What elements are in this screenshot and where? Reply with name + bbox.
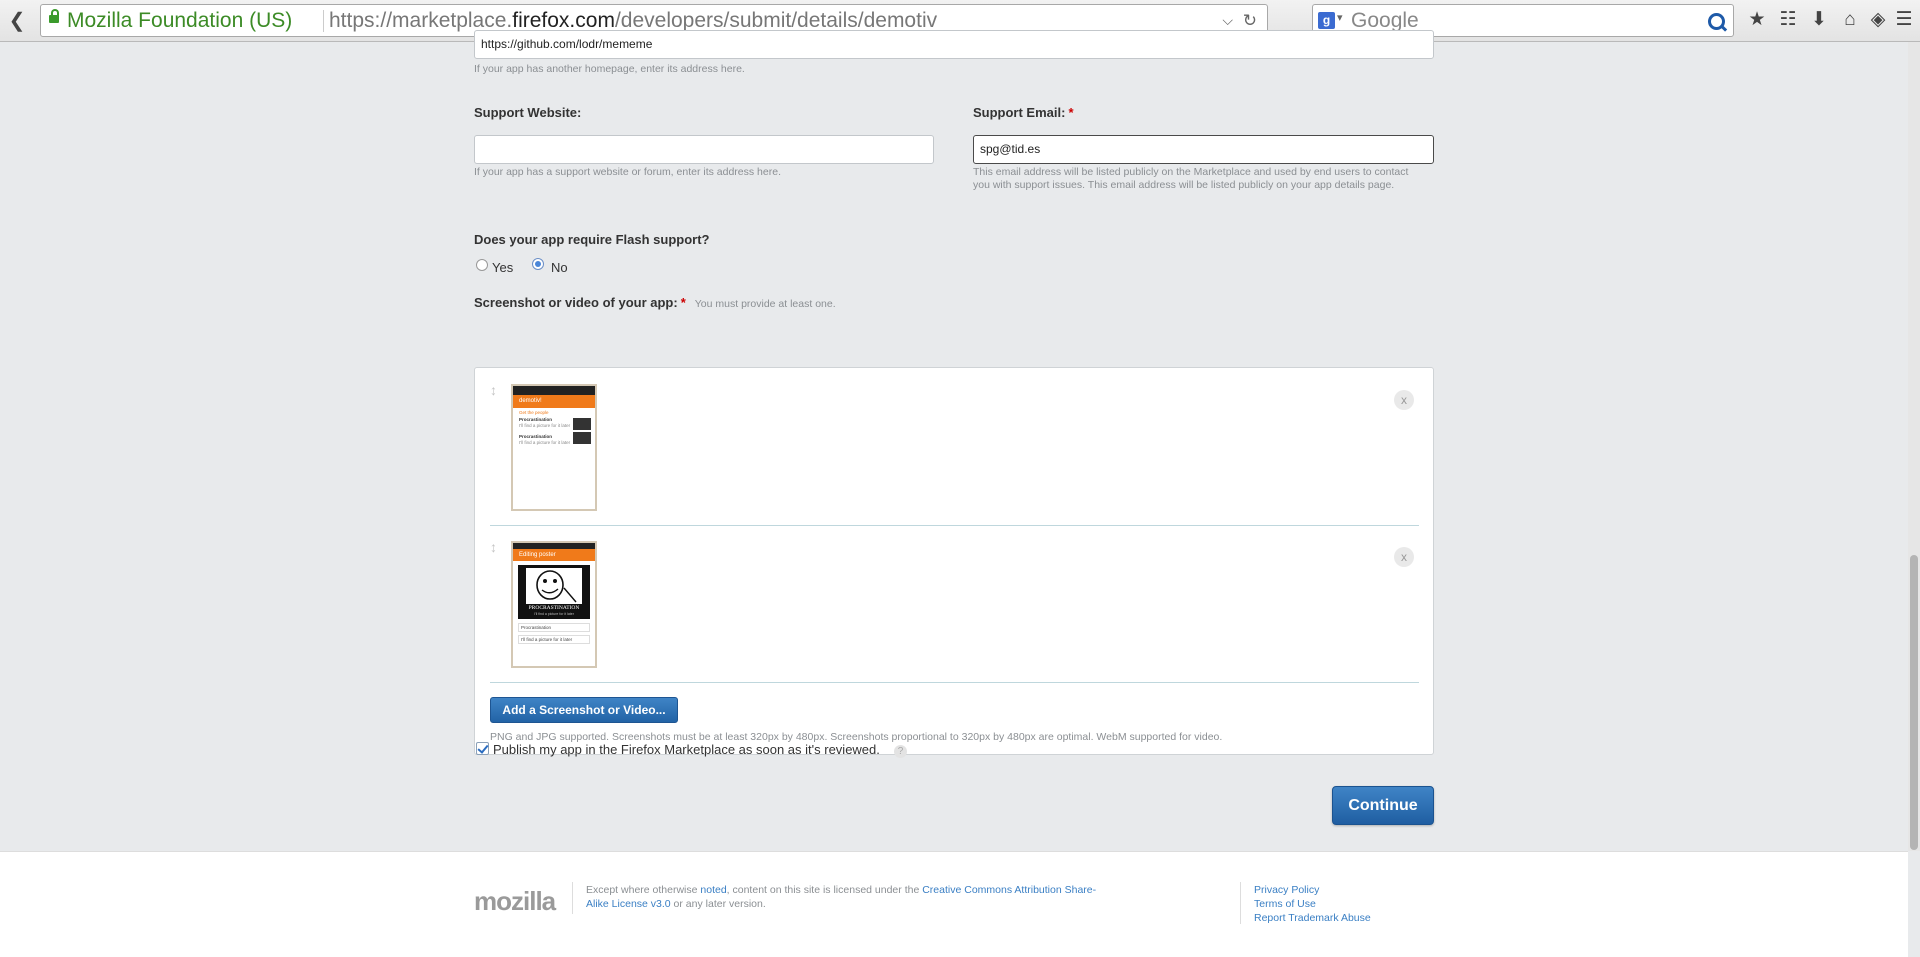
required-marker: * <box>1068 105 1074 120</box>
homepage-field[interactable]: https://github.com/lodr/mememe <box>474 30 1434 59</box>
share-icon[interactable]: ◈ <box>1866 8 1890 32</box>
download-icon[interactable]: ⬇ <box>1807 8 1831 32</box>
drag-handle-icon[interactable]: ↕ <box>490 539 500 555</box>
thumb-subtitle: Get the people <box>519 410 549 415</box>
publish-label[interactable]: Publish my app in the Firefox Marketplac… <box>493 742 880 757</box>
search-engine-dropdown-icon[interactable]: ▾ <box>1337 11 1343 24</box>
flash-no-radio[interactable] <box>532 258 544 270</box>
thumb-field: I'll find a picture for it later <box>518 635 590 644</box>
support-website-label: Support Website: <box>474 105 582 120</box>
screenshot-thumbnail[interactable]: demotiv! Get the people Procrastination … <box>511 384 597 511</box>
support-website-field[interactable] <box>474 135 934 164</box>
add-screenshot-button[interactable]: Add a Screenshot or Video... <box>490 697 678 723</box>
thumb-poster: PROCRASTINATION I'll find a picture for … <box>518 565 590 619</box>
drag-handle-icon[interactable]: ↕ <box>490 382 500 398</box>
screenshots-label: Screenshot or video of your app: * You mus… <box>474 295 836 310</box>
site-identity[interactable]: Mozilla Foundation (US) <box>67 5 292 36</box>
thumb-image <box>573 432 591 444</box>
noted-link[interactable]: noted <box>700 884 726 896</box>
search-icon[interactable] <box>1708 13 1725 30</box>
license-text: Except where otherwise noted, content on… <box>586 884 1097 910</box>
homepage-hint: If your app has another homepage, enter … <box>474 63 745 75</box>
thumb-app-header: Editing poster <box>513 549 595 561</box>
thumb-field: Procrastination <box>518 623 590 632</box>
screenshot-thumbnail[interactable]: Editing poster PROCRASTINATION I'll find… <box>511 541 597 668</box>
screenshots-note: You must provide at least one. <box>694 298 836 310</box>
remove-screenshot-button[interactable]: x <box>1394 547 1414 567</box>
support-email-label: Support Email: * <box>973 105 1074 120</box>
star-icon[interactable]: ★ <box>1745 8 1769 32</box>
back-arrow-icon[interactable]: ❮ <box>6 10 28 32</box>
meme-face-icon <box>536 570 577 603</box>
footer-divider <box>1240 882 1241 924</box>
url-separator <box>323 10 324 32</box>
help-icon[interactable]: ? <box>894 745 907 758</box>
menu-icon[interactable]: ☰ <box>1892 8 1916 32</box>
home-icon[interactable]: ⌂ <box>1838 8 1862 32</box>
remove-screenshot-button[interactable]: x <box>1394 390 1414 410</box>
support-email-field[interactable]: spg@tid.es <box>973 135 1434 164</box>
thumb-poster-caption: PROCRASTINATION <box>528 605 580 611</box>
continue-button[interactable]: Continue <box>1332 786 1434 825</box>
support-website-hint: If your app has a support website or for… <box>474 166 781 178</box>
lock-icon <box>49 9 59 23</box>
thumb-poster-image <box>526 568 582 604</box>
thumb-list: Procrastination I'll find a picture for … <box>513 417 595 446</box>
page-content: https://github.com/lodr/mememe If your a… <box>0 30 1920 851</box>
privacy-policy-link[interactable]: Privacy Policy <box>1254 884 1319 896</box>
flash-yes-radio[interactable] <box>476 259 488 271</box>
report-trademark-link[interactable]: Report Trademark Abuse <box>1254 912 1371 924</box>
footer: mozilla Except where otherwise noted, co… <box>0 851 1908 957</box>
required-marker: * <box>680 295 686 310</box>
thumb-image <box>573 418 591 430</box>
google-icon[interactable]: g <box>1318 12 1335 29</box>
flash-yes-label[interactable]: Yes <box>492 260 513 275</box>
screenshot-row: ↕ Editing poster PROCRASTINATION I'll fi… <box>490 525 1419 683</box>
flash-no-label[interactable]: No <box>551 260 568 275</box>
mozilla-logo[interactable]: mozilla <box>474 886 556 917</box>
clipboard-icon[interactable]: ☷ <box>1776 8 1800 32</box>
scrollbar-thumb[interactable] <box>1910 555 1918 850</box>
screenshots-box: ↕ demotiv! Get the people Procrastinatio… <box>474 367 1434 755</box>
thumb-statusbar <box>513 386 595 395</box>
publish-checkbox[interactable] <box>476 742 489 755</box>
support-email-hint: This email address will be listed public… <box>973 166 1409 191</box>
footer-links: Privacy Policy Terms of Use Report Trade… <box>1254 883 1371 925</box>
terms-of-use-link[interactable]: Terms of Use <box>1254 898 1316 910</box>
thumb-app-header: demotiv! <box>513 395 595 408</box>
footer-divider <box>572 882 573 914</box>
screenshot-row: ↕ demotiv! Get the people Procrastinatio… <box>490 368 1419 526</box>
thumb-poster-sub: I'll find a picture for it later <box>534 612 574 616</box>
flash-question: Does your app require Flash support? <box>474 232 710 247</box>
